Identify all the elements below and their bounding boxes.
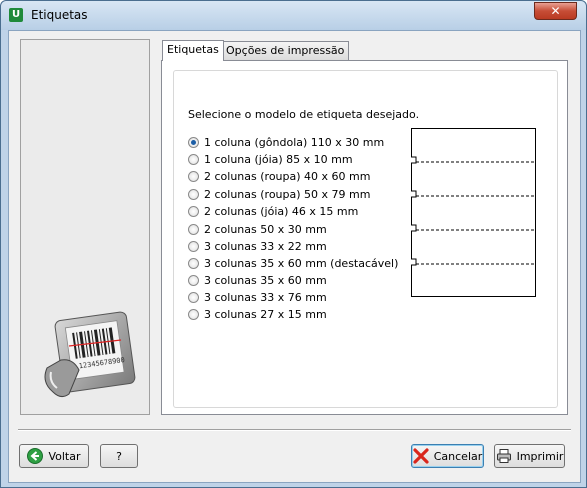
label-option-text: 3 colunas 35 x 60 mm (destacável) bbox=[204, 257, 399, 270]
radio-button[interactable] bbox=[188, 154, 199, 165]
label-layout-preview bbox=[411, 128, 536, 297]
radio-button[interactable] bbox=[188, 258, 199, 269]
radio-button[interactable] bbox=[188, 241, 199, 252]
help-button-label: ? bbox=[116, 449, 122, 463]
cancel-button-label: Cancelar bbox=[433, 449, 483, 463]
tab-etiquetas[interactable]: Etiquetas bbox=[162, 40, 224, 61]
label-option[interactable]: 3 colunas 35 x 60 mm bbox=[188, 272, 327, 289]
label-option-text: 3 colunas 33 x 22 mm bbox=[204, 240, 327, 253]
radio-button[interactable] bbox=[188, 171, 199, 182]
label-option-text: 2 colunas (roupa) 40 x 60 mm bbox=[204, 170, 371, 183]
print-button[interactable]: Imprimir bbox=[494, 444, 565, 468]
label-option-text: 2 colunas (jóia) 46 x 15 mm bbox=[204, 205, 359, 218]
radio-button[interactable] bbox=[188, 275, 199, 286]
label-option[interactable]: 2 colunas (roupa) 40 x 60 mm bbox=[188, 168, 370, 185]
label-option[interactable]: 2 colunas (roupa) 50 x 79 mm bbox=[188, 186, 370, 203]
app-icon: U bbox=[9, 8, 23, 22]
back-button[interactable]: Voltar bbox=[19, 444, 89, 468]
label-option[interactable]: 3 colunas 33 x 22 mm bbox=[188, 238, 327, 255]
label-option-text: 1 coluna (jóia) 85 x 10 mm bbox=[204, 153, 353, 166]
dialog-window: U Etiquetas ✕ 12345678900 Etiquetas Opçõ… bbox=[0, 0, 587, 488]
green-arrow-left-icon bbox=[27, 448, 44, 464]
label-option[interactable]: 3 colunas 33 x 76 mm bbox=[188, 289, 327, 306]
tab-label: Etiquetas bbox=[167, 43, 219, 56]
radio-button[interactable] bbox=[188, 224, 199, 235]
barcode-label-logo: 12345678900 bbox=[44, 311, 136, 398]
label-model-group: Selecione o modelo de etiqueta desejado.… bbox=[173, 70, 558, 408]
back-button-label: Voltar bbox=[48, 449, 81, 463]
label-option[interactable]: 3 colunas 35 x 60 mm (destacável) bbox=[188, 255, 398, 272]
radio-button[interactable] bbox=[188, 309, 199, 320]
dialog-client-area: 12345678900 Etiquetas Opções de impressã… bbox=[8, 30, 581, 483]
close-button[interactable]: ✕ bbox=[534, 2, 577, 20]
label-option[interactable]: 3 colunas 27 x 15 mm bbox=[188, 306, 327, 323]
tab-opcoes-impressao[interactable]: Opções de impressão bbox=[221, 41, 350, 60]
label-option-text: 2 colunas 50 x 30 mm bbox=[204, 223, 327, 236]
help-button[interactable]: ? bbox=[100, 444, 138, 468]
label-option[interactable]: 2 colunas (jóia) 46 x 15 mm bbox=[188, 203, 358, 220]
prompt-text: Selecione o modelo de etiqueta desejado. bbox=[188, 108, 420, 121]
window-title: Etiquetas bbox=[31, 8, 88, 22]
tab-panel-etiquetas: Selecione o modelo de etiqueta desejado.… bbox=[161, 60, 568, 415]
cancel-button[interactable]: Cancelar bbox=[411, 444, 484, 468]
radio-button[interactable] bbox=[188, 189, 199, 200]
button-separator bbox=[18, 429, 571, 431]
radio-button[interactable] bbox=[188, 292, 199, 303]
radio-button[interactable] bbox=[188, 206, 199, 217]
label-option[interactable]: 1 coluna (jóia) 85 x 10 mm bbox=[188, 151, 353, 168]
label-option-text: 2 colunas (roupa) 50 x 79 mm bbox=[204, 188, 371, 201]
side-image-panel: 12345678900 bbox=[20, 39, 150, 415]
label-option-text: 3 colunas 35 x 60 mm bbox=[204, 274, 327, 287]
title-bar[interactable]: U Etiquetas ✕ bbox=[1, 1, 586, 30]
label-option-text: 3 colunas 27 x 15 mm bbox=[204, 308, 327, 321]
label-option[interactable]: 1 coluna (gôndola) 110 x 30 mm bbox=[188, 134, 384, 151]
red-x-icon bbox=[413, 448, 429, 464]
label-option-text: 1 coluna (gôndola) 110 x 30 mm bbox=[204, 136, 385, 149]
tab-label: Opções de impressão bbox=[226, 44, 345, 57]
label-option[interactable]: 2 colunas 50 x 30 mm bbox=[188, 221, 327, 238]
printer-icon bbox=[496, 449, 511, 463]
print-button-label: Imprimir bbox=[516, 449, 564, 463]
label-option-text: 3 colunas 33 x 76 mm bbox=[204, 291, 327, 304]
radio-button[interactable] bbox=[188, 137, 199, 148]
